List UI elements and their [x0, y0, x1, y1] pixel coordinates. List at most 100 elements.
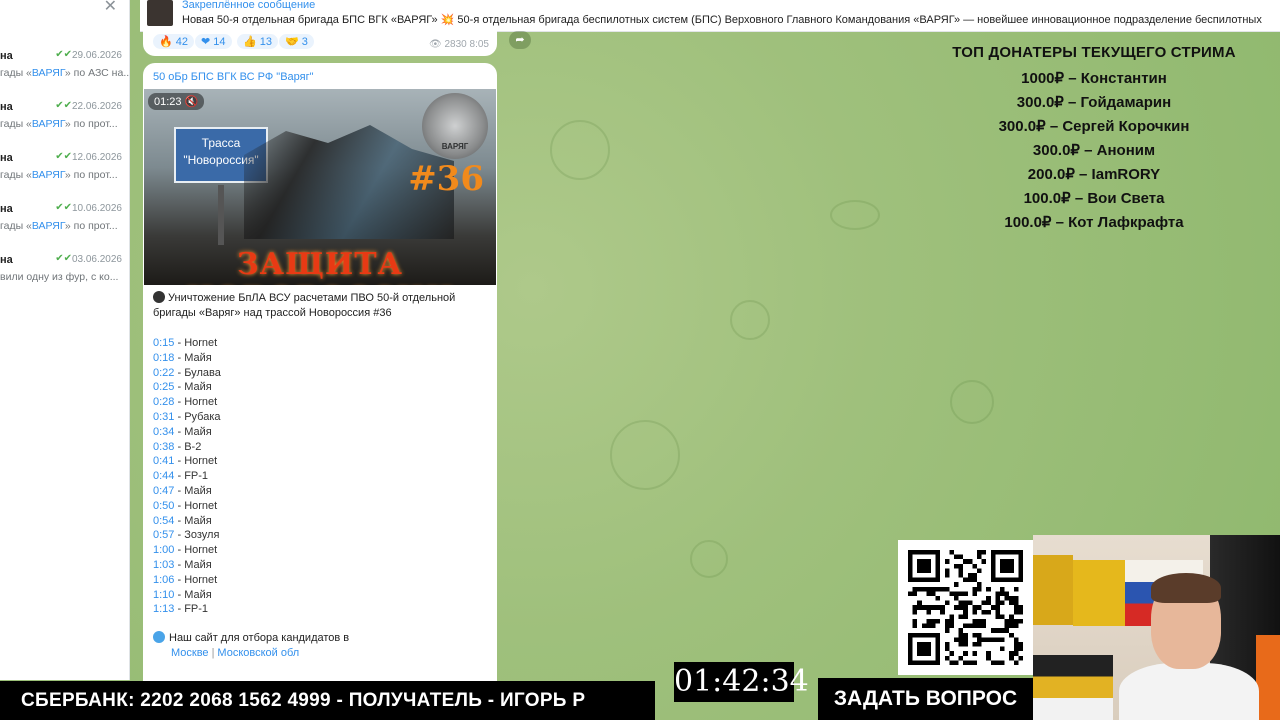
timestamp-link[interactable]: 0:31: [153, 411, 174, 423]
target-label: Зозуля: [184, 529, 220, 542]
target-label: Рубака: [184, 410, 221, 423]
timestamp-row: 1:06 - Hornet: [153, 573, 218, 586]
donator-row: 300.0₽ – Гойдамарин: [1016, 94, 1172, 111]
top-donators-overlay: ТОП ДОНАТЕРЫ ТЕКУЩЕГО СТРИМА 1000₽ – Кон…: [940, 44, 1248, 235]
chat-name: на: [0, 152, 13, 164]
timestamp-row: 0:50 - Hornet: [153, 499, 218, 512]
chat-preview: гады «ВАРЯГ» по прот...: [0, 220, 118, 232]
timestamp-link[interactable]: 1:10: [153, 589, 174, 601]
target-label: B-2: [184, 440, 202, 453]
timestamp-link[interactable]: 0:50: [153, 500, 174, 512]
chat-preview: гады «ВАРЯГ» по прот...: [0, 118, 118, 130]
flag-decoration: [1033, 555, 1073, 625]
donators-title: ТОП ДОНАТЕРЫ ТЕКУЩЕГО СТРИМА: [952, 44, 1236, 61]
read-check-icon: ✔✔: [55, 151, 72, 162]
timestamp-link[interactable]: 1:06: [153, 574, 174, 586]
timestamp-link[interactable]: 0:38: [153, 441, 174, 453]
target-label: Булава: [184, 366, 221, 379]
timestamp-link[interactable]: 0:54: [153, 515, 174, 527]
timestamp-link[interactable]: 1:13: [153, 603, 174, 615]
chat-list-item[interactable]: на ✔✔ 10.06.2026 гады «ВАРЯГ» по прот...: [0, 199, 129, 249]
target-label: Майя: [184, 425, 212, 438]
timestamp-row: 0:31 - Рубака: [153, 410, 221, 423]
read-check-icon: ✔✔: [55, 253, 72, 264]
timestamp-link[interactable]: 0:15: [153, 337, 174, 349]
chat-name: на: [0, 203, 13, 215]
wallpaper-doodle: [610, 420, 680, 490]
reaction-thumbs-up[interactable]: 👍 13: [237, 34, 279, 49]
link-moscow[interactable]: Москве: [171, 647, 209, 659]
chat-date: 10.06.2026: [71, 203, 122, 214]
chat-list-item[interactable]: на ✔✔ 12.06.2026 гады «ВАРЯГ» по прот...: [0, 148, 129, 198]
pinned-message-bar[interactable]: Закреплённое сообщение Новая 50-я отдель…: [140, 0, 1280, 32]
target-label: Hornet: [184, 499, 218, 512]
chat-date: 03.06.2026: [71, 254, 122, 265]
target-label: Майя: [184, 514, 212, 527]
timestamp-row: 0:44 - FP-1: [153, 470, 209, 483]
timestamp-link[interactable]: 0:57: [153, 529, 174, 541]
streamer-hair: [1151, 573, 1221, 603]
timestamp-row: 0:28 - Hornet: [153, 396, 218, 409]
timestamp-row: 0:57 - Зозуля: [153, 529, 220, 542]
episode-number: #36: [408, 159, 484, 199]
timestamp-link[interactable]: 0:34: [153, 426, 174, 438]
timestamp-link[interactable]: 0:47: [153, 485, 174, 497]
flag-decoration: [1033, 655, 1113, 720]
timestamp-row: 0:34 - Майя: [153, 425, 212, 438]
chat-list-item[interactable]: на ✔✔ 22.06.2026 гады «ВАРЯГ» по прот...: [0, 97, 129, 147]
bank-details-bar: СБЕРБАНК: 2202 2068 1562 4999 - ПОЛУЧАТЕ…: [0, 681, 655, 720]
timestamp-link[interactable]: 0:44: [153, 470, 174, 482]
chat-name: на: [0, 50, 13, 62]
reaction-handshake[interactable]: 🤝 3: [279, 34, 314, 49]
reaction-fire[interactable]: 🔥 42: [153, 34, 195, 49]
donator-row: 200.0₽ – IamRORY: [1027, 166, 1161, 183]
channel-name[interactable]: 50 оБр БПС ВГК ВС РФ "Варяг": [153, 71, 314, 83]
video-preview[interactable]: Трасса"Новороссия" ВАРЯГ #36 ЗАЩИТА НОВО…: [144, 89, 496, 285]
timestamp-row: 0:47 - Майя: [153, 484, 212, 497]
chat-preview: вили одну из фур, с ко...: [0, 271, 119, 283]
timestamp-link[interactable]: 0:41: [153, 455, 174, 467]
reaction-heart[interactable]: ❤ 14: [195, 34, 232, 49]
target-label: Майя: [184, 558, 212, 571]
link-moscow-region[interactable]: Московской обл: [217, 647, 299, 659]
target-label: Майя: [184, 351, 212, 364]
brigade-emblem: ВАРЯГ: [422, 93, 488, 159]
message-caption: Уничтожение БпЛА ВСУ расчетами ПВО 50-й …: [153, 291, 456, 319]
target-label: Hornet: [184, 396, 218, 409]
target-label: FP-1: [184, 603, 209, 616]
timestamp-link[interactable]: 0:22: [153, 367, 174, 379]
pinned-title: Закреплённое сообщение: [182, 0, 316, 11]
video-duration: 01:23 🔇: [148, 93, 205, 110]
timestamp-row: 1:00 - Hornet: [153, 544, 218, 557]
donation-qr-code: [898, 540, 1033, 675]
chat-list-item[interactable]: на ✔✔ 03.06.2026 вили одну из фур, с ко.…: [0, 250, 129, 300]
globe-icon: [153, 631, 165, 643]
sign-pole: [218, 185, 224, 245]
timestamp-row: 0:54 - Майя: [153, 514, 212, 527]
timestamp-link[interactable]: 0:25: [153, 381, 174, 393]
timestamp-row: 0:25 - Майя: [153, 381, 212, 394]
target-label: Майя: [184, 588, 212, 601]
wallpaper-doodle: [550, 120, 610, 180]
target-label: Майя: [184, 484, 212, 497]
forward-icon[interactable]: ➦: [509, 31, 531, 49]
chat-date: 29.06.2026: [71, 50, 122, 61]
chat-list-item[interactable]: на ✔✔ 29.06.2026 гады «ВАРЯГ» по АЗС на.…: [0, 46, 129, 96]
close-icon[interactable]: ✕: [104, 0, 117, 16]
chat-name: на: [0, 254, 13, 266]
timestamp-link[interactable]: 1:00: [153, 544, 174, 556]
wallpaper-doodle: [830, 200, 880, 230]
donator-row: 1000₽ – Константин: [1021, 70, 1167, 87]
streamer-webcam: [1033, 535, 1280, 720]
timestamp-link[interactable]: 0:28: [153, 396, 174, 408]
target-label: FP-1: [184, 470, 209, 483]
donator-row: 300.0₽ – Сергей Корочкин: [998, 118, 1190, 135]
timestamp-link[interactable]: 1:03: [153, 559, 174, 571]
timestamp-link[interactable]: 0:18: [153, 352, 174, 364]
channel-message: 50 оБр БПС ВГК ВС РФ "Варяг" Трасса "Ново…: [143, 63, 497, 703]
wallpaper-doodle: [950, 380, 994, 424]
donator-row: 100.0₽ – Вои Света: [1023, 190, 1165, 207]
views-counter: 👁 2830 8:05: [429, 39, 489, 50]
target-label: Hornet: [184, 573, 218, 586]
timestamp-row: 0:22 - Булава: [153, 366, 221, 379]
